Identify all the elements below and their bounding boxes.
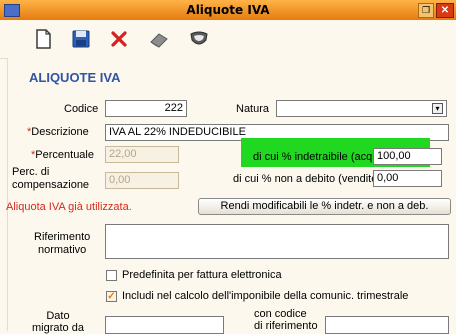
descrizione-label: *Descrizione xyxy=(27,126,89,138)
codice-label: Codice xyxy=(64,103,99,115)
eraser-icon[interactable] xyxy=(148,28,170,50)
dato-label: Dato migrato da xyxy=(32,310,84,334)
riferimento-textarea[interactable] xyxy=(105,224,449,259)
perc-compensazione-input[interactable]: 0,00 xyxy=(105,172,179,189)
percentuale-label: *Percentuale xyxy=(31,149,94,161)
dato-migrato-input[interactable] xyxy=(105,316,224,334)
perc-compensazione-label-2: compensazione xyxy=(12,179,90,191)
includi-label: Includi nel calcolo dell'imponibile dell… xyxy=(122,290,409,302)
percentuale-input[interactable]: 22,00 xyxy=(105,146,179,163)
codice-rif-input[interactable] xyxy=(325,316,449,334)
percentuale-label-text: Percentuale xyxy=(35,149,94,161)
riferimento-label-1: Riferimento xyxy=(34,231,91,243)
warning-text: Aliquota IVA già utilizzata. xyxy=(6,201,132,213)
title-bar: Aliquote IVA ❐ ✕ xyxy=(0,0,456,20)
close-button[interactable]: ✕ xyxy=(436,3,454,18)
indetraibile-input[interactable]: 100,00 xyxy=(373,148,442,165)
codice-rif-label-1: con codice xyxy=(254,308,307,320)
natura-select[interactable] xyxy=(276,100,447,117)
save-icon[interactable] xyxy=(70,28,92,50)
delete-icon[interactable] xyxy=(108,28,130,50)
form-panel: ALIQUOTE IVA Codice 222 Natura ▾ *Descri… xyxy=(6,58,456,334)
riferimento-label-2: normativo xyxy=(37,244,87,256)
non-debito-input[interactable]: 0,00 xyxy=(373,170,442,187)
dato-label-2: migrato da xyxy=(32,322,84,334)
restore-button[interactable]: ❐ xyxy=(418,3,434,18)
new-document-icon[interactable] xyxy=(32,28,54,50)
rendi-modificabili-button[interactable]: Rendi modificabili le % indetr. e non a … xyxy=(198,198,451,215)
codice-rif-label-2: di riferimento xyxy=(254,320,318,332)
codice-rif-label: con codice di riferimento xyxy=(254,308,318,332)
predefinita-checkbox[interactable] xyxy=(106,270,117,281)
non-debito-label: di cui % non a debito (vendite) xyxy=(233,173,381,185)
chevron-down-icon[interactable]: ▾ xyxy=(432,103,443,114)
shield-icon[interactable] xyxy=(188,28,210,50)
page-title: ALIQUOTE IVA xyxy=(29,70,121,85)
perc-compensazione-label-1: Perc. di xyxy=(12,166,50,178)
perc-compensazione-label: Perc. di compensazione xyxy=(12,166,89,192)
includi-checkbox[interactable]: ✓ xyxy=(106,291,117,302)
toolbar xyxy=(0,20,456,59)
dato-label-1: Dato xyxy=(46,310,70,322)
riferimento-label: Riferimento normativo xyxy=(34,231,90,257)
codice-input[interactable]: 222 xyxy=(105,100,187,117)
predefinita-label: Predefinita per fattura elettronica xyxy=(122,269,282,281)
window-title: Aliquote IVA xyxy=(186,3,270,17)
descrizione-label-text: Descrizione xyxy=(31,126,89,138)
natura-label: Natura xyxy=(236,103,270,115)
